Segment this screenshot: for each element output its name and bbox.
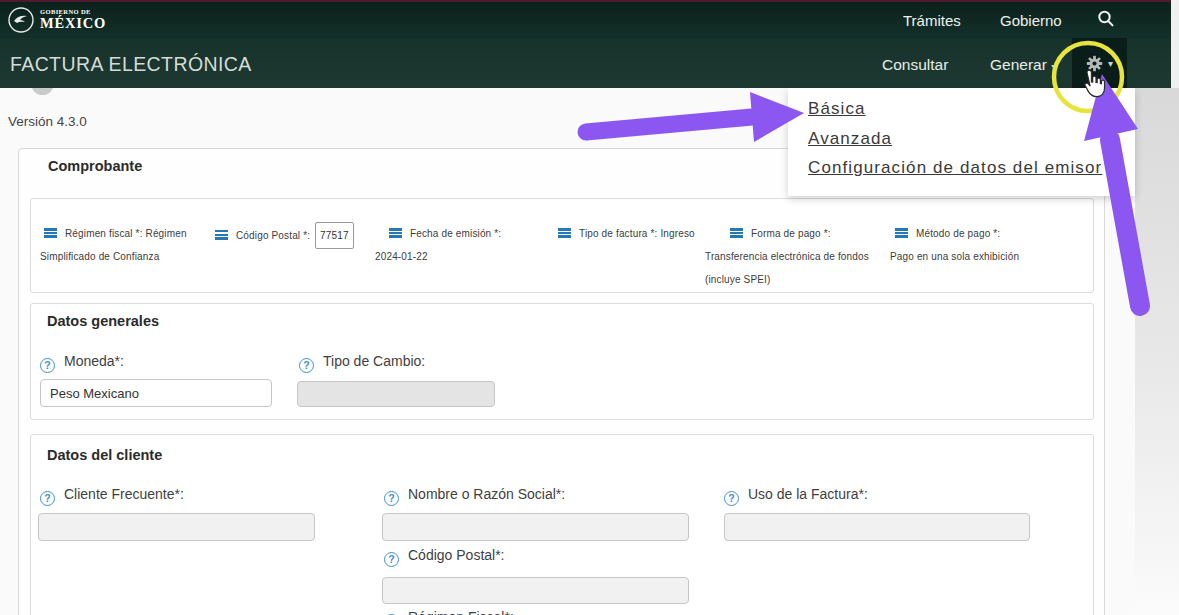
menu-item-configuracion[interactable]: Configuración de datos del emisor (808, 153, 1135, 183)
datos-generales-title: Datos generales (47, 313, 159, 329)
comprobante-panel: Comprobante Régimen fiscal *: Régimen Si… (18, 148, 1105, 615)
uso-factura-field-label: ? Uso de la Factura*: (724, 485, 868, 506)
field-value: Pago en una sola exhibición (890, 245, 1090, 268)
tipo-cambio-input[interactable] (297, 381, 495, 407)
settings-dropdown-menu: Básica Avanzada Configuración de datos d… (788, 88, 1135, 196)
factura-electronica-page: GOBIERNO DE MÉXICO Trámites Gobierno FAC… (0, 0, 1179, 615)
datos-generales-section: Datos generales ? Moneda*: ? Tipo de Cambi… (30, 303, 1094, 420)
field-metodo-pago[interactable]: Método de pago *: Pago en una sola exhibi… (890, 222, 1090, 268)
nav-gobierno[interactable]: Gobierno (1000, 12, 1062, 29)
field-label: Fecha de emisión *: (410, 228, 501, 239)
arrow-basica-shaft (586, 117, 752, 132)
help-icon[interactable]: ? (40, 358, 55, 373)
menu-bars-icon (44, 228, 57, 238)
settings-menu-button[interactable]: ▾ (1072, 38, 1127, 88)
help-icon[interactable]: ? (724, 491, 739, 506)
nombre-field-label: ? Nombre o Razón Social*: (384, 485, 565, 506)
field-forma-pago[interactable]: Forma de pago *: Transferencia electrónic… (705, 222, 885, 291)
menu-bars-icon (389, 228, 402, 238)
moneda-label: Moneda*: (64, 353, 124, 369)
menu-item-basica[interactable]: Básica (808, 94, 1135, 124)
chevron-down-icon: ▾ (1051, 61, 1056, 72)
menu-generar-label: Generar (990, 56, 1047, 73)
comprobante-summary-box: Régimen fiscal *: Régimen Simplificado d… (30, 198, 1094, 293)
uso-factura-input[interactable] (724, 513, 1030, 541)
field-fecha-emision[interactable]: Fecha de emisión *: 2024-01-22 (375, 222, 535, 268)
moneda-field-label: ? Moneda*: (40, 352, 124, 373)
field-label: Tipo de factura *: (579, 228, 657, 239)
eagle-emblem-icon (7, 6, 35, 34)
comprobante-title: Comprobante (48, 158, 142, 174)
codigo-postal-field-label: ? Código Postal*: (384, 546, 505, 567)
cliente-frecuente-input[interactable] (38, 513, 315, 541)
version-label: Versión 4.3.0 (8, 114, 87, 129)
search-button[interactable] (1096, 9, 1116, 33)
app-header-bar: FACTURA ELECTRÓNICA Consultar Generar ▾ (0, 38, 1179, 88)
field-value: Transferencia electrónica de fondos (inc… (705, 245, 885, 291)
menu-bars-icon (215, 230, 228, 240)
field-codigo-postal[interactable]: Código Postal *: 77517 (215, 222, 380, 249)
field-label: Régimen fiscal *: (65, 228, 143, 239)
logo-line1: GOBIERNO DE (40, 8, 106, 15)
page-edge-gradient (1135, 88, 1179, 615)
field-label: Código Postal *: (236, 230, 310, 241)
field-value: 2024-01-22 (375, 245, 535, 268)
codigo-postal-input[interactable]: 77517 (315, 222, 354, 249)
gov-header-bar: GOBIERNO DE MÉXICO Trámites Gobierno (0, 2, 1179, 38)
field-value: Ingreso (660, 228, 694, 239)
logo-line2: MÉXICO (40, 15, 106, 32)
codigo-postal-label: Código Postal*: (408, 547, 505, 563)
gobierno-de-mexico-logo[interactable]: GOBIERNO DE MÉXICO (7, 6, 106, 34)
help-icon[interactable]: ? (384, 552, 399, 567)
nombre-input[interactable] (382, 513, 689, 541)
cliente-frecuente-label: Cliente Frecuente*: (64, 486, 184, 502)
nombre-label: Nombre o Razón Social*: (408, 486, 565, 502)
chevron-down-icon: ▾ (1108, 58, 1113, 69)
regimen-fiscal-field-label: ?Régimen Fiscal*: (384, 608, 514, 615)
help-icon[interactable]: ? (384, 491, 399, 506)
datos-cliente-section: Datos del cliente ? Cliente Frecuente*: ?… (30, 434, 1094, 615)
logo-wordmark: GOBIERNO DE MÉXICO (40, 8, 106, 32)
gear-icon (1085, 54, 1104, 73)
screen-edge (1171, 0, 1179, 88)
field-label: Método de pago *: (916, 228, 1000, 239)
menu-consultar[interactable]: Consultar (882, 56, 948, 74)
cliente-frecuente-field-label: ? Cliente Frecuente*: (40, 485, 184, 506)
page-title: FACTURA ELECTRÓNICA (10, 53, 252, 76)
search-icon (1096, 9, 1116, 29)
datos-cliente-title: Datos del cliente (47, 447, 162, 463)
tipo-cambio-field-label: ? Tipo de Cambio: (299, 352, 425, 373)
regimen-fiscal-label: Régimen Fiscal*: (408, 609, 514, 615)
menu-bars-icon (895, 228, 908, 238)
menu-bars-icon (558, 228, 571, 238)
uso-factura-label: Uso de la Factura*: (748, 486, 868, 502)
field-regimen-fiscal[interactable]: Régimen fiscal *: Régimen Simplificado d… (40, 222, 200, 268)
tipo-cambio-label: Tipo de Cambio: (323, 353, 425, 369)
help-icon[interactable]: ? (299, 358, 314, 373)
nav-tramites[interactable]: Trámites (903, 12, 961, 29)
codigo-postal-cliente-input[interactable] (382, 577, 689, 604)
field-label: Forma de pago *: (751, 228, 831, 239)
menu-bars-icon (730, 228, 743, 238)
help-icon[interactable]: ? (40, 491, 55, 506)
moneda-input[interactable] (40, 379, 272, 407)
menu-item-avanzada[interactable]: Avanzada (808, 124, 1135, 154)
menu-generar[interactable]: Generar ▾ (990, 56, 1056, 74)
field-tipo-factura[interactable]: Tipo de factura *: Ingreso (558, 222, 710, 245)
